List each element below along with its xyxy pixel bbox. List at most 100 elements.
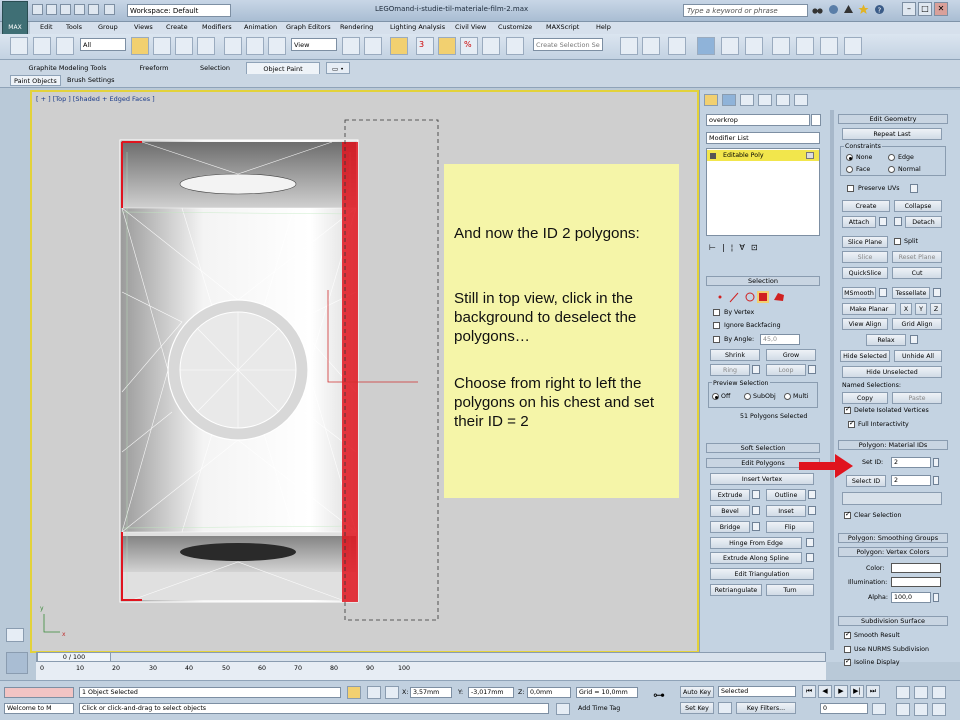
percent-snap-icon[interactable]: %	[460, 37, 478, 55]
field-of-view-icon[interactable]	[896, 703, 910, 716]
time-slider-thumb[interactable]: 0 / 100	[37, 652, 111, 662]
stack-item-editable-poly[interactable]: Editable Poly	[707, 150, 819, 161]
play-button[interactable]: ▶	[834, 685, 848, 698]
bevel-button[interactable]: Bevel	[710, 505, 750, 517]
hide-unselected-button[interactable]: Hide Unselected	[842, 366, 942, 378]
tab-object-paint[interactable]: Object Paint	[246, 62, 320, 74]
selection-rollout-header[interactable]: Selection	[706, 276, 820, 286]
outline-settings-icon[interactable]	[808, 490, 816, 499]
repeat-last-button[interactable]: Repeat Last	[842, 128, 942, 140]
planar-y-button[interactable]: Y	[915, 303, 927, 315]
pivot-center-icon[interactable]	[342, 37, 360, 55]
cut-button[interactable]: Cut	[892, 267, 942, 279]
outline-button[interactable]: Outline	[766, 489, 806, 501]
full-interactivity-checkbox[interactable]	[848, 419, 855, 428]
menu-animation[interactable]: Animation	[244, 22, 277, 34]
viewport-layout-icon[interactable]	[6, 628, 24, 642]
material-ids-rollout-header[interactable]: Polygon: Material IDs	[838, 440, 948, 450]
extrude-along-spline-button[interactable]: Extrude Along Spline	[710, 552, 802, 564]
zoom-icon[interactable]	[896, 686, 910, 699]
minimize-button[interactable]: –	[902, 2, 916, 16]
hinge-from-edge-button[interactable]: Hinge From Edge	[710, 537, 802, 549]
ribbon-options-icon[interactable]: ▭ •	[326, 62, 350, 74]
menu-tools[interactable]: Tools	[66, 22, 82, 34]
absolute-mode-icon[interactable]	[385, 686, 399, 699]
rendered-frame-icon[interactable]	[820, 37, 838, 55]
y-coordinate-field[interactable]: -3,017mm	[468, 687, 514, 698]
display-tab-icon[interactable]	[776, 94, 790, 106]
planar-z-button[interactable]: Z	[930, 303, 942, 315]
smoothing-groups-rollout-header[interactable]: Polygon: Smoothing Groups	[838, 533, 948, 543]
modify-tab-icon[interactable]	[722, 94, 736, 106]
create-tab-icon[interactable]	[704, 94, 718, 106]
unhide-all-button[interactable]: Unhide All	[894, 350, 942, 362]
view-align-button[interactable]: View Align	[842, 318, 888, 330]
loop-button[interactable]: Loop	[766, 364, 806, 376]
attach-settings-icon[interactable]	[879, 217, 887, 226]
constraint-face-radio[interactable]	[846, 166, 853, 173]
edit-geometry-rollout-header[interactable]: Edit Geometry	[838, 114, 948, 124]
redo-icon[interactable]	[88, 4, 99, 15]
subdivision-rollout-header[interactable]: Subdivision Surface	[838, 616, 948, 626]
menu-modifiers[interactable]: Modifiers	[202, 22, 232, 34]
quickslice-button[interactable]: QuickSlice	[842, 267, 888, 279]
reset-plane-button[interactable]: Reset Plane	[892, 251, 942, 263]
subtab-paint-objects[interactable]: Paint Objects	[10, 75, 61, 86]
motion-tab-icon[interactable]	[758, 94, 772, 106]
menu-rendering[interactable]: Rendering	[340, 22, 373, 34]
attach-button[interactable]: Attach	[842, 216, 876, 228]
detach-button[interactable]: Detach	[905, 216, 942, 228]
by-angle-checkbox[interactable]	[713, 336, 720, 343]
create-button[interactable]: Create	[842, 200, 890, 212]
app-logo[interactable]: MAX	[2, 1, 28, 37]
key-filters-button[interactable]: Key Filters...	[736, 702, 796, 714]
menu-create[interactable]: Create	[166, 22, 188, 34]
viewport-top[interactable]: [ + ] [Top ] [Shaded + Edged Faces ] y x…	[30, 90, 699, 653]
set-keys-icon[interactable]	[718, 702, 732, 714]
isoline-display-checkbox[interactable]	[844, 657, 851, 666]
menu-views[interactable]: Views	[134, 22, 153, 34]
tessellate-settings-icon[interactable]	[933, 288, 941, 297]
material-name-dropdown[interactable]	[842, 492, 942, 505]
subobject-levels[interactable]	[712, 290, 812, 304]
slice-button[interactable]: Slice	[842, 251, 888, 263]
vertex-color-swatch[interactable]	[891, 563, 941, 573]
save-icon[interactable]	[60, 4, 71, 15]
grid-align-button[interactable]: Grid Align	[892, 318, 942, 330]
menu-lighting-analysis[interactable]: Lighting Analysis	[390, 22, 445, 34]
preview-off-radio[interactable]	[712, 393, 719, 400]
help-icon[interactable]: ?	[874, 4, 885, 15]
tab-freeform[interactable]: Freeform	[124, 62, 184, 74]
collapse-button[interactable]: Collapse	[894, 200, 942, 212]
time-slider-track[interactable]	[36, 652, 826, 662]
planar-x-button[interactable]: X	[900, 303, 912, 315]
rotate-icon[interactable]	[246, 37, 264, 55]
preview-subobj-radio[interactable]	[744, 393, 751, 400]
binoculars-icon[interactable]	[812, 4, 823, 15]
new-file-icon[interactable]	[32, 4, 43, 15]
msmooth-settings-icon[interactable]	[879, 288, 887, 297]
constraint-none-radio[interactable]	[846, 154, 853, 161]
z-coordinate-field[interactable]: 0,0mm	[527, 687, 571, 698]
hide-selected-button[interactable]: Hide Selected	[840, 350, 890, 362]
link-icon[interactable]	[10, 37, 28, 55]
material-editor-icon[interactable]	[772, 37, 790, 55]
menu-maxscript[interactable]: MAXScript	[546, 22, 579, 34]
preserve-uvs-settings-icon[interactable]	[910, 184, 918, 193]
object-color-swatch[interactable]	[811, 114, 821, 126]
bevel-settings-icon[interactable]	[752, 506, 760, 515]
reference-coordinate-dropdown[interactable]: View	[291, 38, 337, 51]
hierarchy-tab-icon[interactable]	[740, 94, 754, 106]
edit-named-selection-icon[interactable]	[506, 37, 524, 55]
zoom-extents-icon[interactable]	[932, 686, 946, 699]
bridge-settings-icon[interactable]	[752, 522, 760, 531]
detach-settings-icon[interactable]	[894, 217, 902, 226]
stack-tools[interactable]: ⊢|¦∀⊡	[709, 243, 809, 255]
select-id-spinner[interactable]: 2	[891, 475, 931, 486]
preview-multi-radio[interactable]	[784, 393, 791, 400]
favorites-icon[interactable]	[858, 4, 869, 15]
vertex-colors-rollout-header[interactable]: Polygon: Vertex Colors	[838, 547, 948, 557]
key-icon[interactable]: ⊶	[653, 688, 665, 702]
set-id-spinner-arrows[interactable]	[933, 458, 939, 467]
retriangulate-button[interactable]: Retriangulate	[710, 584, 762, 596]
